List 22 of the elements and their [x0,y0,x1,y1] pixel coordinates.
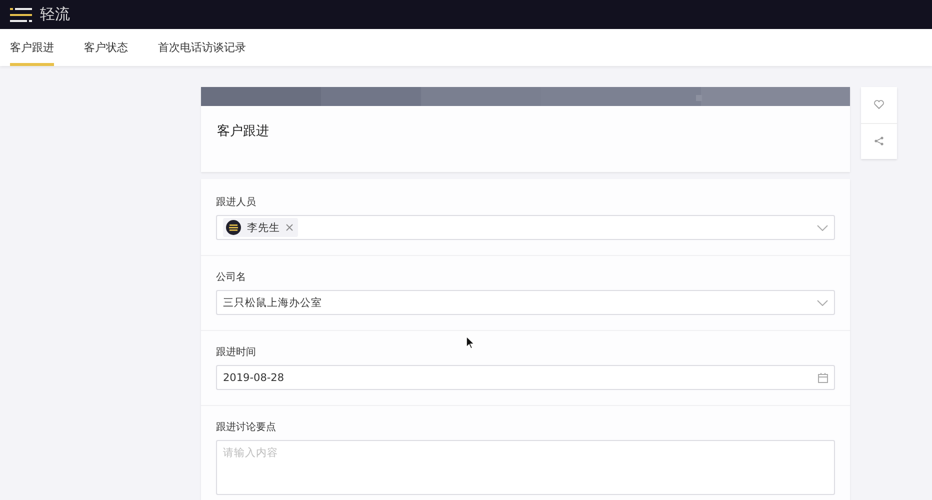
field-label: 跟进人员 [216,196,257,209]
field-label: 跟进时间 [216,346,257,359]
calendar-icon [818,372,828,382]
select-field[interactable]: 三只松鼠上海办公室 [216,290,835,315]
app-logo-text: 轻流 [40,5,70,24]
chevron-down-icon [817,224,828,230]
member-select[interactable]: 李先生 [216,215,835,240]
form-title: 客户跟进 [216,123,270,141]
cursor-icon [466,336,475,349]
share-icon [874,136,884,146]
close-icon[interactable] [286,224,293,231]
member-tag[interactable]: 李先生 [223,218,298,237]
logo-icon [10,8,32,22]
chevron-down-icon [817,300,828,306]
tab[interactable]: 客户跟进 [10,29,54,66]
avatar-icon [226,220,241,235]
date-field[interactable]: 2019-08-28 [216,365,835,390]
field-label: 跟进讨论要点 [216,420,277,434]
field-label: 公司名 [216,271,247,284]
heart-icon [874,100,884,110]
tab[interactable]: 客户状态 [84,29,128,66]
tab[interactable]: 首次电话访谈记录 [158,29,246,66]
